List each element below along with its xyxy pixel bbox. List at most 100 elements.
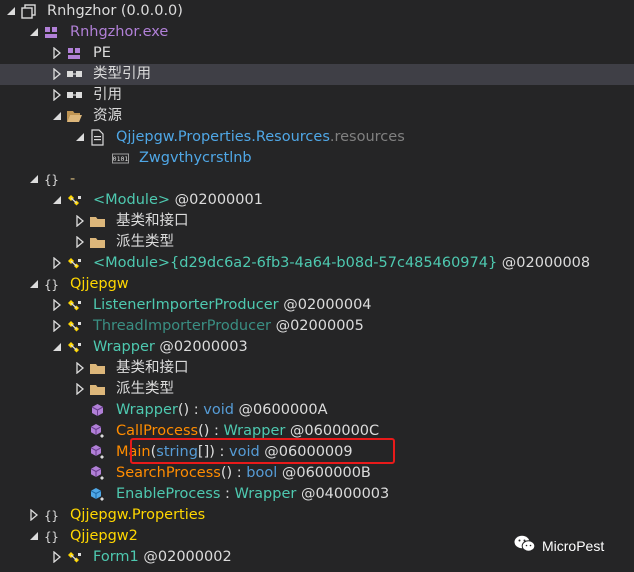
tree-row[interactable]: SearchProcess() : bool @0600000B	[0, 463, 634, 484]
label-segment: 资源	[93, 108, 122, 124]
tree-row[interactable]: 基类和接口	[0, 211, 634, 232]
tree-row[interactable]: <Module>{d29dc6a2-6fb3-4a64-b08d-57c4854…	[0, 253, 634, 274]
label-segment: Wrapper	[223, 423, 286, 439]
expand-arrow-icon[interactable]	[51, 298, 63, 312]
tree-node-label: 引用	[93, 86, 122, 105]
collapse-arrow-icon[interactable]	[28, 277, 40, 291]
class-icon	[66, 339, 83, 356]
tree-node-label: 基类和接口	[116, 212, 189, 231]
expand-arrow-icon[interactable]	[51, 256, 63, 270]
label-segment: -	[70, 171, 76, 187]
collapse-arrow-icon[interactable]	[28, 172, 40, 186]
label-segment: 基类和接口	[116, 213, 189, 229]
tree-row[interactable]: Qjjepgw.Properties.Resources.resources	[0, 127, 634, 148]
tree-row[interactable]: 0101 Zwgvthycrstlnb	[0, 148, 634, 169]
tree-node-label: Qjjepgw.Properties.Resources.resources	[116, 128, 405, 147]
tree-row[interactable]: EnableProcess : Wrapper @04000003	[0, 484, 634, 505]
assembly-explorer-tree: Rnhgzhor (0.0.0.0) Rnhgzhor.exe PE 类型引用引用资源…	[0, 0, 634, 572]
tree-row[interactable]: PE	[0, 43, 634, 64]
watermark-text: MicroPest	[542, 538, 605, 554]
tree-row[interactable]: Rnhgzhor (0.0.0.0)	[0, 1, 634, 22]
tree-node-label: Qjjepgw2	[70, 527, 138, 546]
collapse-arrow-icon[interactable]	[5, 4, 17, 18]
expand-arrow-icon[interactable]	[74, 361, 86, 375]
tree-row[interactable]: ThreadImporterProducer @02000005	[0, 316, 634, 337]
tree-row[interactable]: 资源	[0, 106, 634, 127]
tree-row[interactable]: 派生类型	[0, 232, 634, 253]
label-segment: :	[220, 486, 235, 502]
tree-row[interactable]: {} Qjjepgw.Properties	[0, 505, 634, 526]
tree-row[interactable]: Wrapper @02000003	[0, 337, 634, 358]
tree-node-label: Rnhgzhor (0.0.0.0)	[47, 2, 183, 21]
label-segment: Wrapper	[116, 402, 178, 418]
tree-node-label: SearchProcess() : bool @0600000B	[116, 464, 371, 483]
tree-row[interactable]: <Module> @02000001	[0, 190, 634, 211]
collapse-arrow-icon[interactable]	[74, 130, 86, 144]
tree-row[interactable]: {} -	[0, 169, 634, 190]
folder-icon	[89, 234, 106, 251]
label-segment: <Module>{d29dc6a2-6fb3-4a64-b08d-57c4854…	[93, 255, 498, 271]
field-icon	[89, 486, 106, 503]
label-segment: Wrapper	[234, 486, 297, 502]
tree-node-label: 资源	[93, 107, 122, 126]
label-segment: @0600000B	[277, 465, 371, 481]
folder-open-icon	[66, 108, 83, 125]
tree-row[interactable]: 引用	[0, 85, 634, 106]
collapse-arrow-icon[interactable]	[28, 25, 40, 39]
namespace-icon: {}	[43, 171, 60, 188]
expand-arrow-icon[interactable]	[51, 67, 63, 81]
binary-icon: 0101	[112, 150, 129, 167]
svg-text:{}: {}	[44, 173, 58, 187]
namespace-icon: {}	[43, 507, 60, 524]
resource-file-icon	[89, 129, 106, 146]
tree-row[interactable]: ListenerImporterProducer @02000004	[0, 295, 634, 316]
method-private-icon	[89, 423, 106, 440]
expand-arrow-icon[interactable]	[51, 550, 63, 564]
collapse-arrow-icon[interactable]	[51, 340, 63, 354]
highlight-annotation-box	[130, 438, 395, 464]
tree-node-label: Rnhgzhor.exe	[70, 23, 168, 42]
tree-row[interactable]: 派生类型	[0, 379, 634, 400]
label-segment: Qjjepgw.Properties.Resources	[116, 129, 330, 145]
expand-arrow-icon[interactable]	[74, 382, 86, 396]
label-segment: @04000003	[296, 486, 390, 502]
tree-node-label: <Module>{d29dc6a2-6fb3-4a64-b08d-57c4854…	[93, 254, 590, 273]
tree-row[interactable]: 基类和接口	[0, 358, 634, 379]
label-segment: @0600000C	[285, 423, 380, 439]
folder-icon	[89, 381, 106, 398]
label-segment: () :	[177, 402, 204, 418]
expand-arrow-icon[interactable]	[51, 319, 63, 333]
label-segment: @02000002	[138, 549, 232, 565]
expand-arrow-icon[interactable]	[74, 235, 86, 249]
tree-node-label: PE	[93, 44, 111, 63]
label-segment: () :	[220, 465, 247, 481]
collapse-arrow-icon[interactable]	[28, 529, 40, 543]
label-segment: @02000004	[278, 297, 372, 313]
expand-arrow-icon[interactable]	[28, 508, 40, 522]
label-segment: ThreadImporterProducer	[93, 318, 271, 334]
tree-row[interactable]: Wrapper() : void @0600000A	[0, 400, 634, 421]
folder-icon	[89, 213, 106, 230]
svg-text:0101: 0101	[113, 155, 129, 163]
tree-node-label: Qjjepgw	[70, 275, 129, 294]
svg-text:{}: {}	[44, 530, 58, 544]
tree-row[interactable]: Rnhgzhor.exe	[0, 22, 634, 43]
tree-row[interactable]: {} Qjjepgw	[0, 274, 634, 295]
expand-arrow-icon[interactable]	[74, 214, 86, 228]
collapse-arrow-icon[interactable]	[51, 109, 63, 123]
tree-row[interactable]: 类型引用	[0, 64, 634, 85]
tree-node-label: Zwgvthycrstlnb	[139, 149, 252, 168]
watermark: MicroPest	[514, 535, 604, 557]
label-segment: Qjjepgw.Properties	[70, 507, 206, 523]
label-segment: 引用	[93, 87, 122, 103]
tree-node-label: Wrapper() : void @0600000A	[116, 401, 328, 420]
tree-node-label: EnableProcess : Wrapper @04000003	[116, 485, 389, 504]
label-segment: 派生类型	[116, 234, 174, 250]
label-segment: Wrapper	[93, 339, 155, 355]
namespace-icon: {}	[43, 276, 60, 293]
wechat-icon	[514, 535, 536, 557]
expand-arrow-icon[interactable]	[51, 88, 63, 102]
expand-arrow-icon[interactable]	[51, 46, 63, 60]
collapse-arrow-icon[interactable]	[51, 193, 63, 207]
tree-node-label: Wrapper @02000003	[93, 338, 248, 357]
